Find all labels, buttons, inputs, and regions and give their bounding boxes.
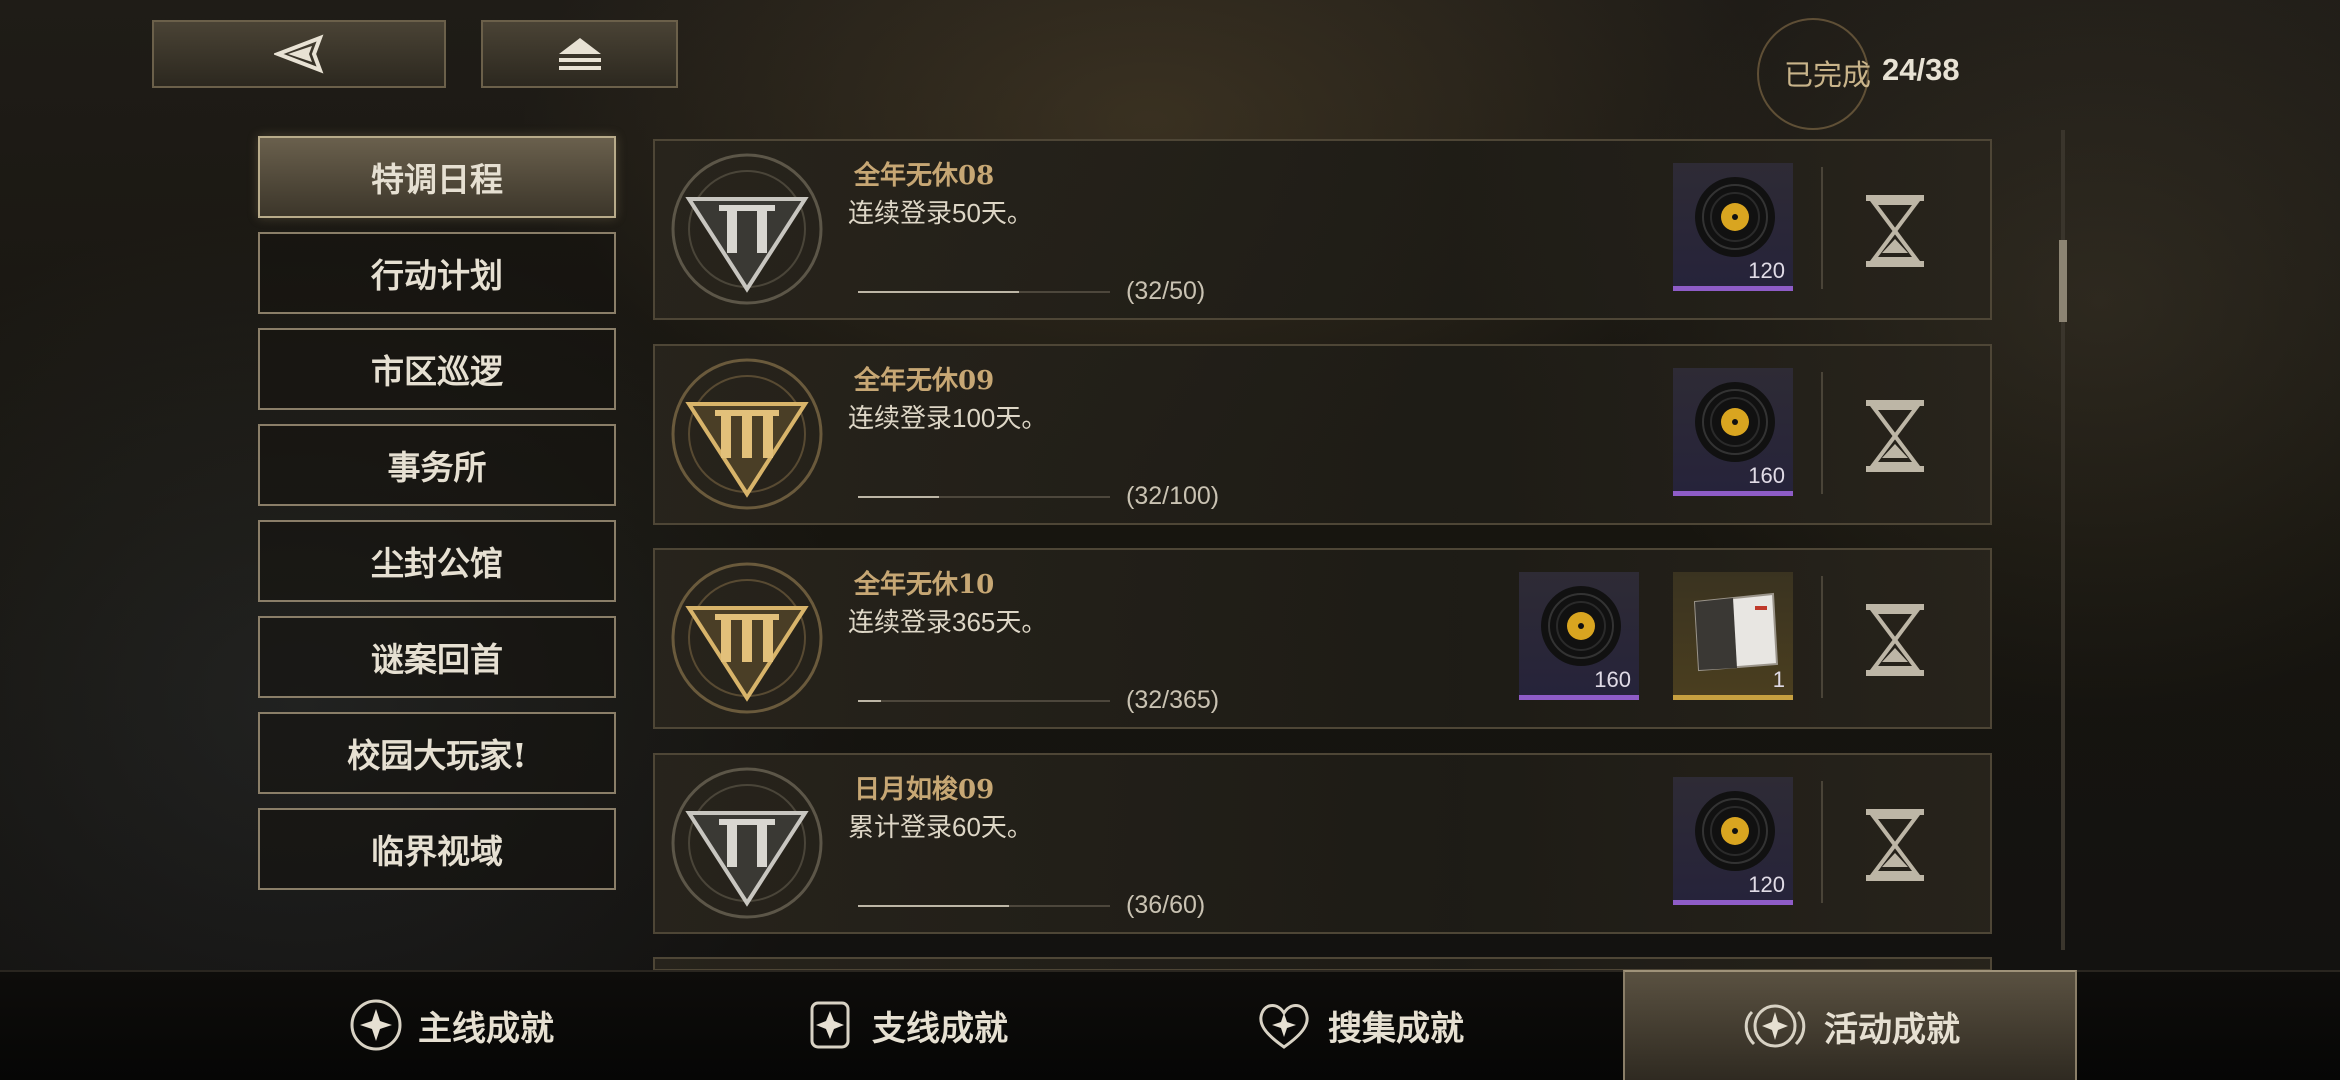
tab-label: 主线成就 xyxy=(418,1008,554,1049)
achievement-title: 全年无休08 xyxy=(854,161,995,191)
reward-amount: 160 xyxy=(1748,463,1785,488)
achievement-description: 连续登录50天。 xyxy=(848,198,1033,228)
progress-bar xyxy=(858,291,1110,293)
back-button[interactable] xyxy=(152,20,446,88)
sidebar-item-dusty-mansion[interactable]: 尘封公馆 xyxy=(258,520,616,602)
hourglass-icon xyxy=(1866,195,1924,267)
completion-label: 已完成 xyxy=(1784,58,1872,92)
achievement-card: 全年无休08 连续登录50天。 (32/50) 120 xyxy=(653,139,1992,320)
reward-item[interactable]: 120 xyxy=(1673,163,1793,291)
completion-count: 24/38 xyxy=(1882,52,1960,87)
sidebar-item-label: 谜案回首 xyxy=(371,640,503,679)
reward-amount: 120 xyxy=(1748,258,1785,283)
event-achievement-icon xyxy=(1744,1004,1806,1048)
home-button[interactable] xyxy=(481,20,678,88)
sidebar-item-label: 尘封公馆 xyxy=(371,544,503,583)
reward-amount: 120 xyxy=(1748,872,1785,897)
divider xyxy=(1821,781,1823,903)
back-arrow-icon xyxy=(274,34,324,74)
tab-label: 支线成就 xyxy=(872,1008,1008,1049)
tab-main-achievements[interactable]: 主线成就 xyxy=(224,970,678,1080)
reward-item[interactable]: 1 xyxy=(1673,572,1793,700)
achievement-description: 累计登录60天。 xyxy=(848,812,1033,842)
sidebar-item-label: 临界视域 xyxy=(371,832,503,871)
hourglass-icon xyxy=(1866,400,1924,472)
sidebar-item-label: 市区巡逻 xyxy=(371,352,503,391)
sidebar-item-label: 事务所 xyxy=(387,448,487,487)
divider xyxy=(1821,576,1823,698)
hourglass-icon xyxy=(1866,809,1924,881)
progress-count: (36/60) xyxy=(1126,891,1206,919)
divider xyxy=(1821,167,1823,289)
achievement-title: 全年无休09 xyxy=(854,366,995,396)
tab-label: 活动成就 xyxy=(1824,1009,1960,1050)
progress-count: (32/50) xyxy=(1126,277,1206,305)
eject-home-icon xyxy=(558,38,601,70)
achievement-title: 日月如梭09 xyxy=(854,775,995,805)
achievement-card: 日月如梭09 累计登录60天。 (36/60) 120 xyxy=(653,753,1992,934)
tier-three-emblem-icon xyxy=(671,562,823,714)
sidebar-item-city-patrol[interactable]: 市区巡逻 xyxy=(258,328,616,410)
achievement-card: 全年无休10 连续登录365天。 (32/365) 160 1 xyxy=(653,548,1992,729)
tab-event-achievements[interactable]: 活动成就 xyxy=(1623,970,2077,1080)
progress-bar xyxy=(858,905,1110,907)
tab-side-achievements[interactable]: 支线成就 xyxy=(678,970,1132,1080)
reward-amount: 1 xyxy=(1772,667,1785,692)
progress-bar xyxy=(858,496,1110,498)
progress-bar xyxy=(858,700,1110,702)
main-achievement-icon xyxy=(350,999,402,1051)
sidebar-item-case-review[interactable]: 谜案回首 xyxy=(258,616,616,698)
side-achievement-icon xyxy=(810,1001,850,1049)
scrollbar-thumb[interactable] xyxy=(2059,240,2067,322)
achievement-card: 全年无休09 连续登录100天。 (32/100) 160 xyxy=(653,344,1992,525)
collection-achievement-icon xyxy=(1259,1004,1309,1049)
sidebar-item-special-schedule[interactable]: 特调日程 xyxy=(258,136,616,218)
achievement-card xyxy=(653,957,1992,971)
reward-item[interactable]: 160 xyxy=(1673,368,1793,496)
reward-item[interactable]: 120 xyxy=(1673,777,1793,905)
tier-two-emblem-icon xyxy=(671,767,823,919)
sidebar-item-agency[interactable]: 事务所 xyxy=(258,424,616,506)
achievement-description: 连续登录100天。 xyxy=(848,403,1048,433)
progress-count: (32/100) xyxy=(1126,482,1220,510)
tier-three-emblem-icon xyxy=(671,358,823,510)
sidebar-item-label: 特调日程 xyxy=(371,160,503,199)
sidebar-item-label: 行动计划 xyxy=(371,256,503,295)
tab-collection-achievements[interactable]: 搜集成就 xyxy=(1132,970,1586,1080)
achievement-description: 连续登录365天。 xyxy=(848,607,1048,637)
reward-item[interactable]: 160 xyxy=(1519,572,1639,700)
sidebar-item-action-plan[interactable]: 行动计划 xyxy=(258,232,616,314)
tier-two-emblem-icon xyxy=(671,153,823,305)
sidebar-item-label: 校园大玩家! xyxy=(347,736,527,775)
divider xyxy=(1821,372,1823,494)
reward-amount: 160 xyxy=(1594,667,1631,692)
achievement-title: 全年无休10 xyxy=(854,570,995,600)
progress-count: (32/365) xyxy=(1126,686,1220,714)
sidebar-item-campus-player[interactable]: 校园大玩家! xyxy=(258,712,616,794)
sidebar-item-critical-view[interactable]: 临界视域 xyxy=(258,808,616,890)
hourglass-icon xyxy=(1866,604,1924,676)
tab-label: 搜集成就 xyxy=(1328,1008,1464,1049)
